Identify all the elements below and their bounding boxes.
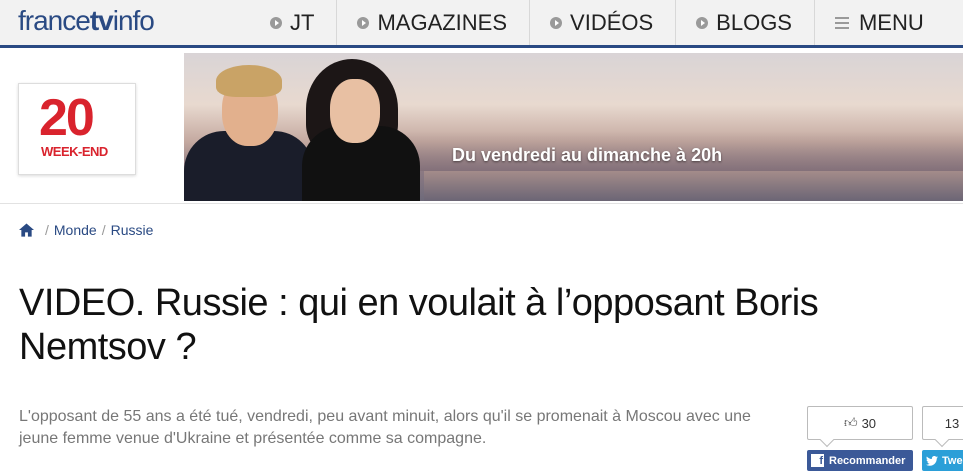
- twitter-share: 13 Tweet: [922, 406, 963, 471]
- nav-label: VIDÉOS: [570, 9, 654, 35]
- nav-label: BLOGS: [716, 9, 792, 35]
- nav-label: MAGAZINES: [377, 9, 508, 35]
- presenter-female-head: [330, 79, 380, 143]
- article-title: VIDEO. Russie : qui en voulait à l’oppos…: [19, 282, 819, 368]
- home-icon[interactable]: [19, 223, 34, 237]
- thumbs-up-icon: 👍︎: [843, 415, 858, 430]
- badge-number: 20: [39, 89, 95, 147]
- facebook-share: 👍︎ 30 f Recommander: [807, 406, 913, 471]
- facebook-recommend-button[interactable]: f Recommander: [807, 450, 913, 471]
- nav-item-magazines[interactable]: MAGAZINES: [336, 0, 529, 45]
- facebook-icon: f: [811, 454, 824, 467]
- play-icon: [550, 16, 563, 29]
- breadcrumb-russie[interactable]: Russie: [111, 222, 154, 238]
- 20h-weekend-badge: 20 WEEK-END: [18, 83, 136, 175]
- twitter-count: 13: [944, 415, 960, 431]
- play-icon: [696, 16, 709, 29]
- nav-item-jt[interactable]: JT: [250, 0, 336, 45]
- nav-item-blogs[interactable]: BLOGS: [675, 0, 814, 45]
- nav-item-videos[interactable]: VIDÉOS: [529, 0, 675, 45]
- hamburger-icon: [834, 16, 849, 29]
- article-lead: L'opposant de 55 ans a été tué, vendredi…: [19, 408, 751, 447]
- main-nav: JT MAGAZINES VIDÉOS BLOGS MENU: [250, 0, 946, 45]
- breadcrumb-monde[interactable]: Monde: [54, 222, 97, 238]
- breadcrumb: / Monde / Russie: [19, 222, 153, 238]
- twitter-bird-icon: [926, 455, 938, 466]
- breadcrumb-separator: /: [101, 222, 106, 238]
- logo-part-france: france: [18, 5, 91, 36]
- breadcrumb-separator: /: [45, 222, 49, 238]
- nav-item-menu[interactable]: MENU: [813, 0, 946, 45]
- top-navigation-bar: francetvinfo JT MAGAZINES VIDÉOS BLOGS M…: [0, 0, 963, 48]
- river: [424, 171, 963, 201]
- tweet-button-label: Tweet: [942, 454, 963, 467]
- play-icon: [270, 16, 282, 29]
- presenter-male-hair: [216, 65, 282, 97]
- nav-label: JT: [290, 9, 315, 35]
- logo-part-info: info: [112, 5, 155, 36]
- presenters-image: Du vendredi au dimanche à 20h: [184, 53, 963, 201]
- facebook-button-label: Recommander: [829, 454, 906, 467]
- facebook-count: 30: [861, 415, 877, 431]
- program-banner[interactable]: 20 WEEK-END Du vendredi au dimanche à 20…: [0, 51, 963, 204]
- tweet-button[interactable]: Tweet: [922, 450, 963, 471]
- nav-label: MENU: [858, 9, 924, 35]
- play-icon: [357, 16, 370, 29]
- badge-subtitle: WEEK-END: [41, 144, 108, 159]
- banner-tagline: Du vendredi au dimanche à 20h: [452, 145, 723, 165]
- twitter-count-bubble: 13: [922, 406, 963, 440]
- logo-part-tv: tv: [89, 5, 114, 36]
- facebook-count-bubble: 👍︎ 30: [807, 406, 913, 440]
- francetvinfo-logo[interactable]: francetvinfo: [18, 5, 155, 37]
